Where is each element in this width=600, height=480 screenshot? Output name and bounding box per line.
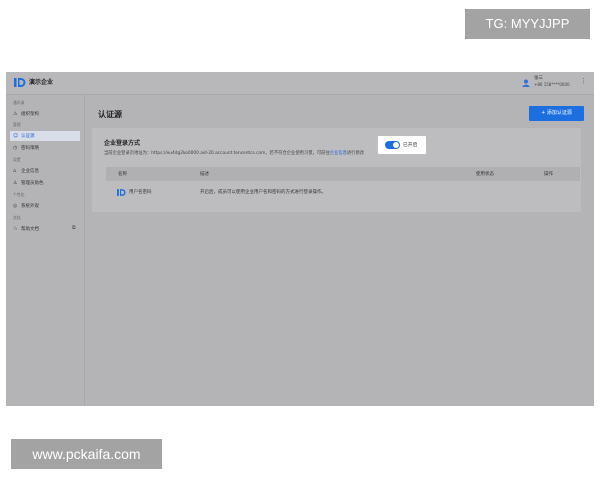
sidebar-item-org[interactable]: ⚠ 组织架构	[10, 109, 80, 119]
password-policy-icon: ◷	[13, 145, 18, 151]
sidebar-item-label: 管理员角色	[21, 181, 44, 186]
table-row: 用户名密码 开启后，成员可以使用企业用户名和密码的方式进行登录操作。	[106, 181, 580, 203]
sidebar-item-enterprise-info[interactable]: ⌂ 企业信息	[10, 166, 80, 176]
auth-source-name: 用户名密码	[129, 190, 152, 195]
sidebar: 通讯录 ⚠ 组织架构 管理 ☺ 认证源 ◷ 密码策略 设置 ⌂ 企业信息 ♙ 管…	[6, 94, 85, 406]
add-auth-source-button[interactable]: + 添加认证源	[529, 106, 584, 121]
card-title: 企业登录方式	[104, 140, 141, 147]
column-header-description: 描述	[200, 172, 209, 177]
card-desc-suffix: 进行修改	[346, 151, 365, 156]
toggle-knob	[393, 142, 399, 148]
sidebar-group-settings: 设置	[13, 157, 21, 162]
sidebar-item-label: 企业信息	[21, 169, 39, 174]
status-label: 已开启	[403, 143, 418, 148]
sidebar-item-label: 系统外观	[21, 204, 39, 209]
sidebar-item-auth-source[interactable]: ☺ 认证源	[10, 131, 80, 141]
auth-source-icon: ☺	[13, 133, 19, 139]
sidebar-item-label: 密码策略	[21, 146, 39, 151]
appearance-icon: ◎	[13, 203, 18, 209]
column-header-name: 名称	[118, 172, 127, 177]
top-bar: 演示企业 张三 +86 158****0000 ⋮	[6, 72, 594, 95]
sidebar-item-admin-role[interactable]: ♙ 管理员角色	[10, 178, 80, 188]
help-doc-icon: ♘	[13, 226, 18, 232]
org-icon: ⚠	[13, 111, 18, 117]
sidebar-group-manage: 管理	[13, 122, 21, 127]
user-name[interactable]: 张三	[534, 75, 543, 81]
sidebar-group-personalize: 个性化	[13, 192, 25, 197]
sidebar-item-label: 组织架构	[21, 112, 39, 117]
sidebar-group-contacts: 通讯录	[13, 100, 25, 105]
company-name: 演示企业	[29, 79, 54, 86]
status-toggle[interactable]	[385, 141, 400, 149]
card-desc-prefix: 当前企业登录页地址为：https://eu4dg2ko0000.aid-20.a…	[104, 151, 330, 156]
admin-role-icon: ♙	[13, 180, 18, 186]
row-logo-icon	[117, 189, 126, 196]
sidebar-item-password-policy[interactable]: ◷ 密码策略	[10, 143, 80, 153]
enterprise-info-icon: ⌂	[13, 168, 17, 174]
sidebar-item-label: 帮助文档	[21, 227, 39, 232]
status-cell: 已开启	[378, 136, 426, 154]
column-header-actions: 操作	[544, 172, 553, 177]
external-link-icon: ⧉	[72, 225, 76, 231]
page-title: 认证源	[98, 110, 122, 119]
auth-source-description: 开启后，成员可以使用企业用户名和密码的方式进行登录操作。	[200, 190, 326, 195]
app-screenshot: 演示企业 张三 +86 158****0000 ⋮ 通讯录 ⚠ 组织架构 管理 …	[6, 72, 594, 406]
sidebar-group-docs: 文档	[13, 215, 21, 220]
table-header: 名称 描述 使用状态 操作	[106, 167, 580, 181]
sidebar-item-appearance[interactable]: ◎ 系统外观	[10, 201, 80, 211]
enterprise-info-link[interactable]: 企业信息	[330, 151, 347, 156]
card-description: 当前企业登录页地址为：https://eu4dg2ko0000.aid-20.a…	[104, 150, 364, 156]
watermark-top: TG: MYYJJPP	[465, 9, 590, 39]
watermark-bottom: www.pckaifa.com	[11, 439, 162, 469]
column-header-status: 使用状态	[476, 172, 494, 177]
avatar-icon[interactable]	[522, 79, 530, 87]
user-phone: +86 158****0000	[534, 82, 570, 87]
more-options-icon[interactable]: ⋮	[580, 77, 587, 85]
sidebar-item-label: 认证源	[21, 134, 35, 139]
login-method-card: 企业登录方式 当前企业登录页地址为：https://eu4dg2ko0000.a…	[92, 128, 581, 212]
app-logo-icon	[14, 78, 26, 87]
sidebar-item-help-doc[interactable]: ♘ 帮助文档 ⧉	[10, 224, 80, 234]
